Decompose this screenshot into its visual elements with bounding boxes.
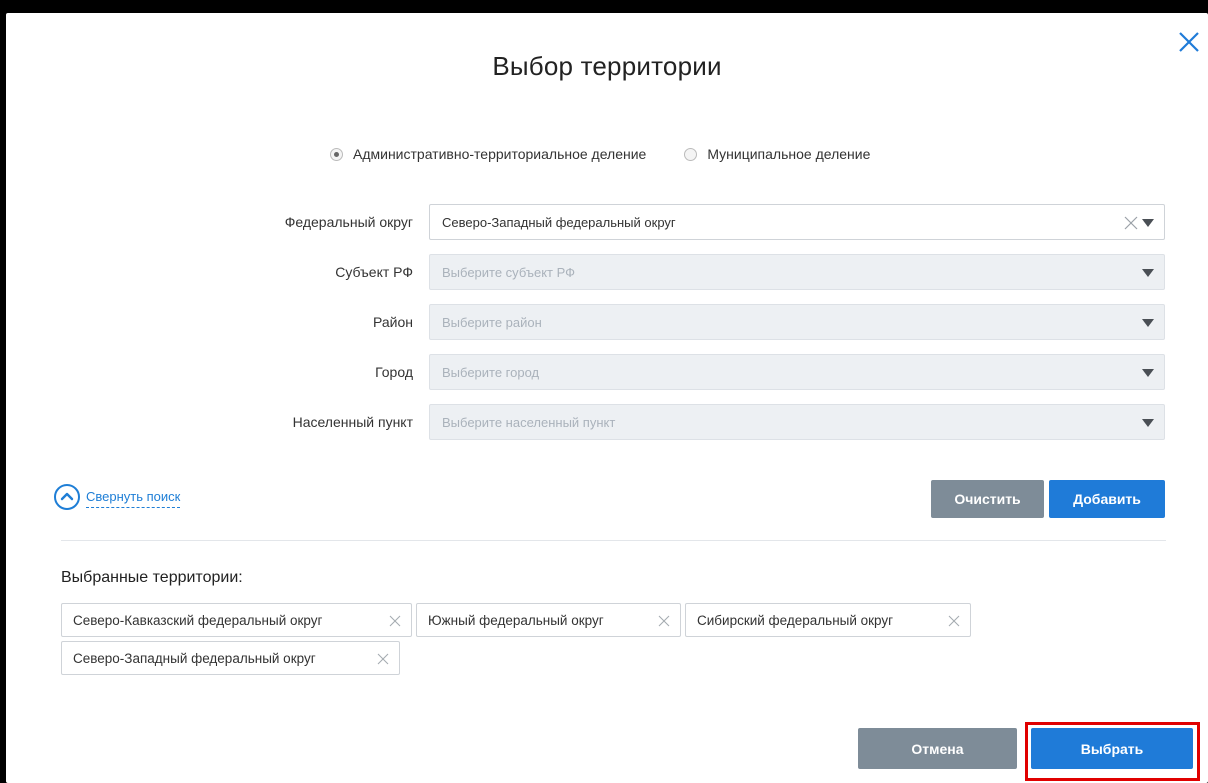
add-button[interactable]: Добавить bbox=[1049, 480, 1165, 518]
divider bbox=[61, 540, 1166, 541]
field-label: Федеральный округ bbox=[284, 214, 413, 230]
remove-icon[interactable] bbox=[377, 653, 389, 665]
collapse-search-link[interactable]: Свернуть поиск bbox=[54, 484, 181, 510]
radio-label: Муниципальное деление bbox=[707, 146, 871, 162]
territory-tag-label: Северо-Кавказский федеральный округ bbox=[73, 612, 323, 628]
territory-tag-label: Сибирский федеральный округ bbox=[697, 612, 894, 628]
field-label: Город bbox=[375, 364, 413, 380]
highlight-frame bbox=[1025, 722, 1200, 781]
field-subject: Субъект РФ Выберите субъект РФ bbox=[6, 254, 1208, 290]
territory-tag: Южный федеральный округ bbox=[416, 603, 681, 637]
select-placeholder: Выберите субъект РФ bbox=[442, 264, 576, 280]
chevron-down-icon[interactable] bbox=[1142, 219, 1154, 227]
locality-select: Выберите населенный пункт bbox=[429, 404, 1165, 440]
select-value: Северо-Западный федеральный округ bbox=[442, 214, 676, 230]
radio-unchecked-icon bbox=[684, 147, 698, 161]
remove-icon[interactable] bbox=[389, 615, 401, 627]
dialog-title: Выбор территории bbox=[492, 51, 722, 81]
field-district: Район Выберите район bbox=[6, 304, 1208, 340]
radio-checked-icon bbox=[330, 147, 343, 161]
selected-territories-title: Выбранные территории: bbox=[61, 569, 243, 586]
field-federal-district: Федеральный округ Северо-Западный федера… bbox=[6, 204, 1208, 240]
field-label: Населенный пункт bbox=[292, 414, 413, 430]
territory-tag: Сибирский федеральный округ bbox=[685, 603, 971, 637]
select-placeholder: Выберите населенный пункт bbox=[442, 414, 616, 430]
radio-administrative[interactable]: Административно-территориальное деление bbox=[330, 146, 646, 162]
clear-icon[interactable] bbox=[1124, 216, 1138, 230]
territory-tag-label: Северо-Западный федеральный округ bbox=[73, 650, 316, 666]
chevron-up-circle-icon bbox=[54, 484, 80, 510]
field-city: Город Выберите город bbox=[6, 354, 1208, 390]
radio-label: Административно-территориальное деление bbox=[353, 146, 647, 162]
radio-municipal[interactable]: Муниципальное деление bbox=[684, 146, 870, 162]
federal-district-select[interactable]: Северо-Западный федеральный округ bbox=[429, 204, 1165, 240]
field-label: Субъект РФ bbox=[335, 264, 413, 280]
remove-icon[interactable] bbox=[658, 615, 670, 627]
district-select: Выберите район bbox=[429, 304, 1165, 340]
chevron-down-icon bbox=[1142, 319, 1154, 327]
city-select: Выберите город bbox=[429, 354, 1165, 390]
collapse-search-label: Свернуть поиск bbox=[86, 489, 181, 508]
select-placeholder: Выберите район bbox=[442, 314, 542, 330]
territory-tag-label: Южный федеральный округ bbox=[428, 612, 604, 628]
territory-tag: Северо-Западный федеральный округ bbox=[61, 641, 400, 675]
chevron-down-icon bbox=[1142, 269, 1154, 277]
territory-dialog: Выбор территории Административно-террито… bbox=[6, 13, 1208, 783]
chevron-down-icon bbox=[1142, 419, 1154, 427]
select-placeholder: Выберите город bbox=[442, 364, 540, 380]
chevron-down-icon bbox=[1142, 369, 1154, 377]
field-label: Район bbox=[373, 314, 413, 330]
clear-button[interactable]: Очистить bbox=[931, 480, 1044, 518]
cancel-button[interactable]: Отмена bbox=[858, 728, 1017, 769]
territory-tag: Северо-Кавказский федеральный округ bbox=[61, 603, 412, 637]
field-locality: Населенный пункт Выберите населенный пун… bbox=[6, 404, 1208, 440]
remove-icon[interactable] bbox=[948, 615, 960, 627]
division-radio-group: Административно-территориальное деление … bbox=[330, 146, 908, 162]
subject-select: Выберите субъект РФ bbox=[429, 254, 1165, 290]
